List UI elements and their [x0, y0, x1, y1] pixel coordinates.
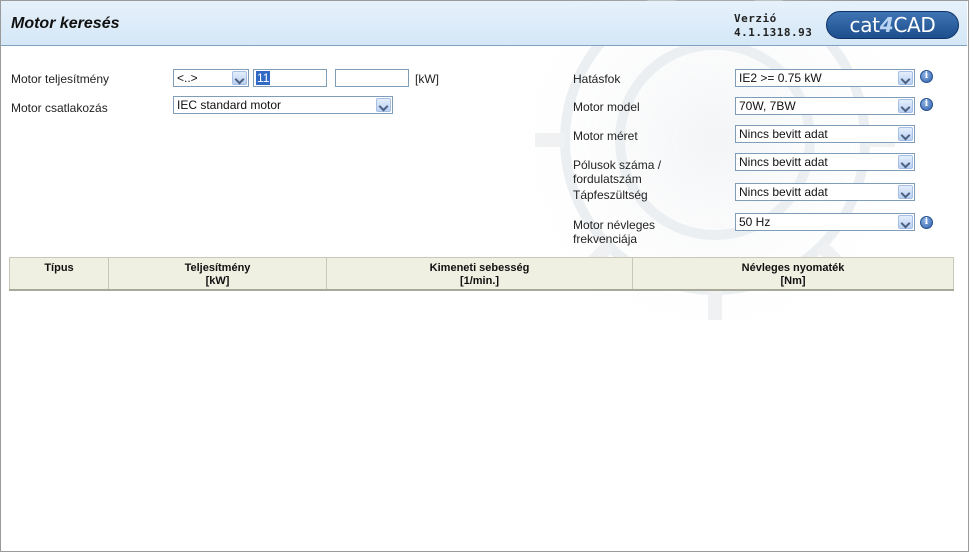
chevron-down-icon[interactable] — [898, 99, 913, 113]
power-max-input[interactable] — [335, 69, 409, 87]
column-header-output-speed[interactable]: Kimeneti sebesség [1/min.] — [326, 257, 633, 291]
voltage-select[interactable]: Nincs bevitt adat — [735, 183, 915, 201]
version-info: Verzió 4.1.1318.93 — [734, 12, 812, 40]
power-operator-value: <..> — [177, 71, 198, 85]
poles-select[interactable]: Nincs bevitt adat — [735, 153, 915, 171]
chevron-down-icon[interactable] — [898, 155, 913, 169]
page-title: Motor keresés — [11, 15, 120, 32]
cat4cad-logo: cat4CAD — [826, 11, 959, 39]
results-table: Típus Teljesítmény [kW] Kimeneti sebessé… — [9, 257, 954, 291]
frequency-select[interactable]: 50 Hz — [735, 213, 915, 231]
frequency-info-icon[interactable]: i — [920, 216, 933, 229]
connection-value: IEC standard motor — [177, 98, 282, 112]
efficiency-label: Hatásfok — [573, 72, 621, 86]
header-bar: Motor keresés Verzió 4.1.1318.93 cat4CAD — [1, 1, 967, 46]
size-select[interactable]: Nincs bevitt adat — [735, 125, 915, 143]
column-title: Névleges nyomaték — [741, 262, 845, 274]
chevron-down-icon[interactable] — [232, 71, 247, 85]
logo-prefix: cat — [849, 13, 881, 37]
version-number: 4.1.1318.93 — [734, 26, 813, 39]
column-unit: [1/min.] — [459, 275, 500, 287]
column-title: Kimeneti sebesség — [429, 262, 530, 274]
column-unit: [kW] — [205, 275, 230, 287]
model-label: Motor model — [573, 100, 640, 114]
column-header-power[interactable]: Teljesítmény [kW] — [108, 257, 327, 291]
column-title: Teljesítmény — [184, 262, 251, 274]
voltage-label: Tápfeszültség — [573, 188, 648, 202]
chevron-down-icon[interactable] — [898, 215, 913, 229]
model-select[interactable]: 70W, 7BW — [735, 97, 915, 115]
power-unit-label: [kW] — [415, 72, 439, 86]
power-label: Motor teljesítmény — [11, 72, 110, 86]
chevron-down-icon[interactable] — [898, 71, 913, 85]
efficiency-select[interactable]: IE2 >= 0.75 kW — [735, 69, 915, 87]
logo-digit: 4 — [879, 13, 894, 37]
voltage-value: Nincs bevitt adat — [739, 185, 828, 199]
power-min-input[interactable]: 11 — [253, 69, 327, 87]
power-operator-select[interactable]: <..> — [173, 69, 249, 87]
connection-label: Motor csatlakozás — [11, 101, 108, 115]
column-header-type[interactable]: Típus — [9, 257, 109, 291]
connection-select[interactable]: IEC standard motor — [173, 96, 393, 114]
efficiency-info-icon[interactable]: i — [920, 70, 933, 83]
poles-value: Nincs bevitt adat — [739, 155, 828, 169]
column-header-rated-torque[interactable]: Névleges nyomaték [Nm] — [632, 257, 954, 291]
logo-suffix: CAD — [893, 13, 936, 37]
frequency-value: 50 Hz — [739, 215, 771, 229]
poles-label: Pólusok száma / fordulatszám — [573, 158, 662, 186]
column-title: Típus — [44, 262, 74, 274]
frequency-label: Motor névleges frekvenciája — [573, 218, 656, 246]
model-info-icon[interactable]: i — [920, 98, 933, 111]
efficiency-value: IE2 >= 0.75 kW — [739, 71, 822, 85]
column-unit: [Nm] — [780, 275, 806, 287]
model-value: 70W, 7BW — [739, 99, 796, 113]
power-min-value: 11 — [256, 71, 271, 85]
table-header-row: Típus Teljesítmény [kW] Kimeneti sebessé… — [9, 257, 954, 291]
size-label: Motor méret — [573, 129, 638, 143]
version-label: Verzió — [734, 12, 777, 25]
chevron-down-icon[interactable] — [898, 127, 913, 141]
size-value: Nincs bevitt adat — [739, 127, 828, 141]
chevron-down-icon[interactable] — [376, 98, 391, 112]
chevron-down-icon[interactable] — [898, 185, 913, 199]
